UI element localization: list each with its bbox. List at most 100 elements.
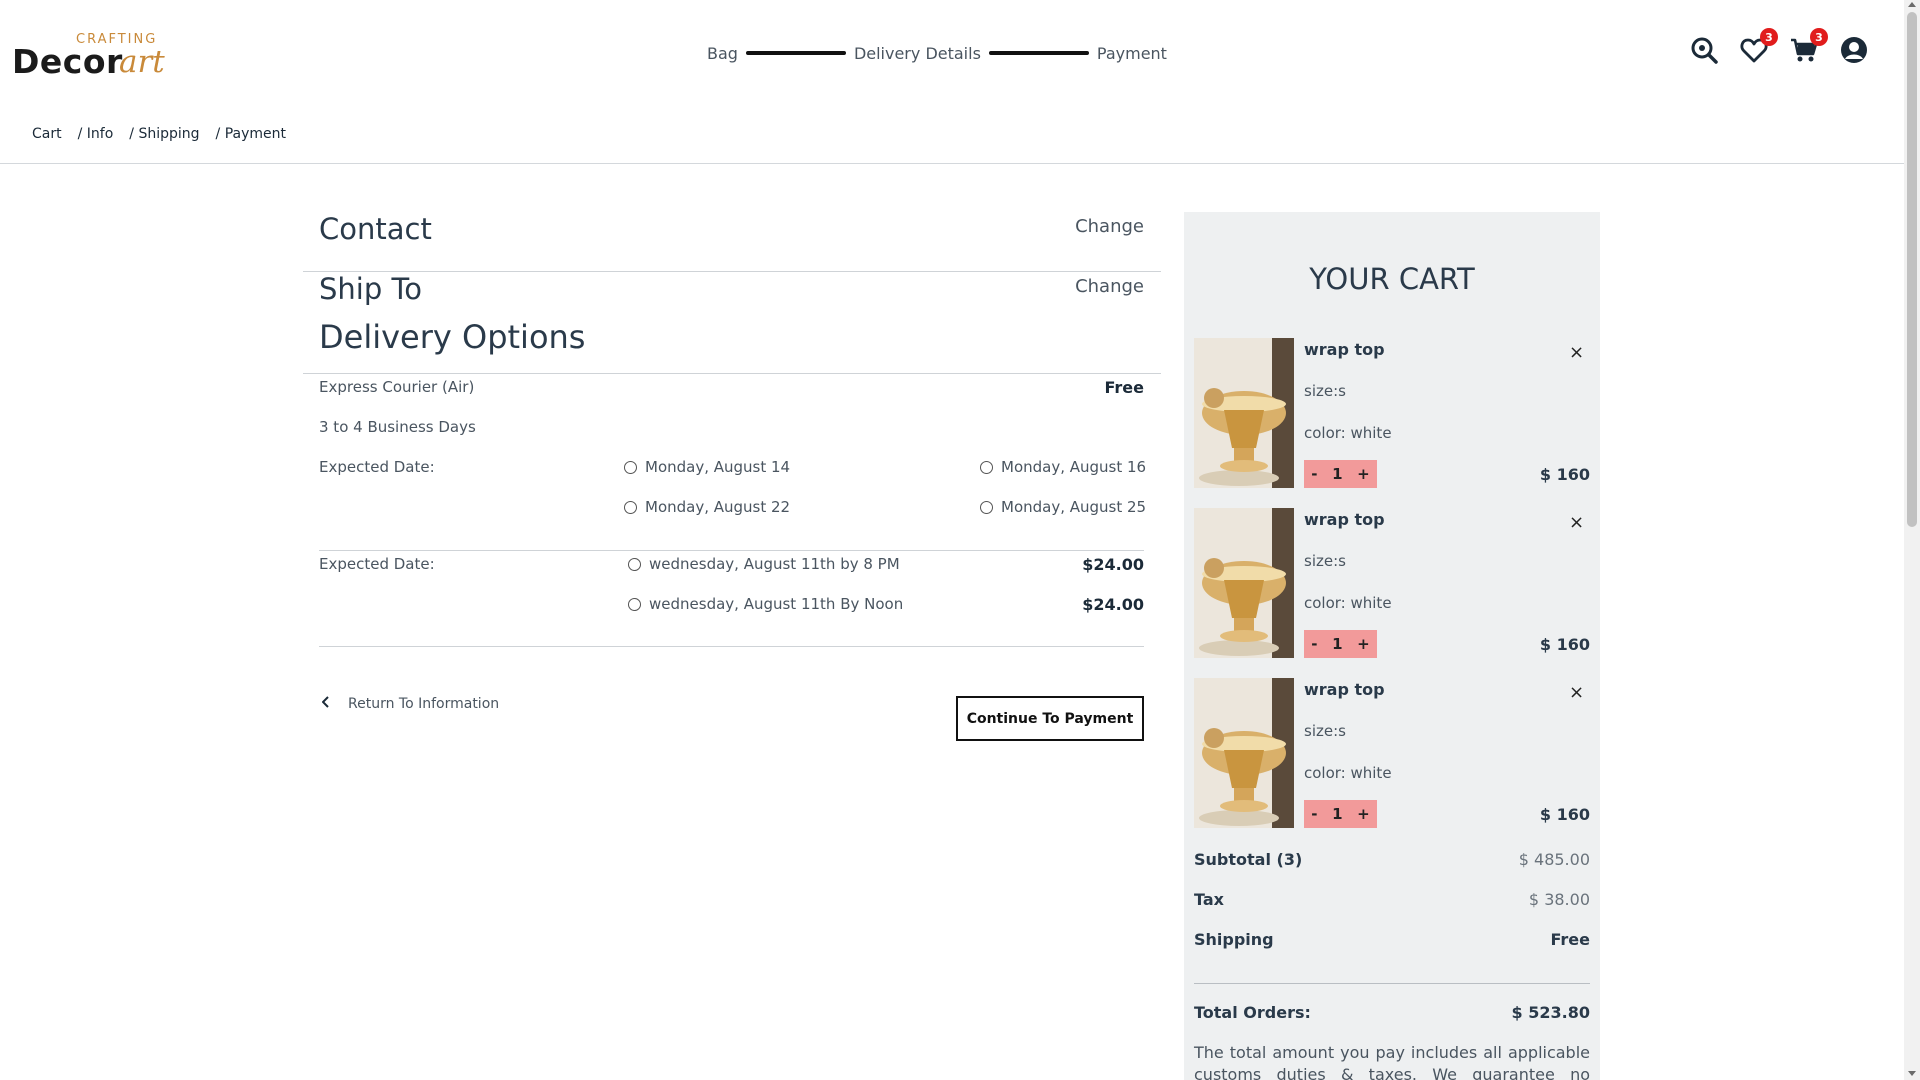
site-header: CRAFTING Decor art Bag Delivery Details … <box>0 0 1904 105</box>
shipping-value: Free <box>1550 930 1591 949</box>
radio-button[interactable] <box>624 500 637 514</box>
step-payment[interactable]: Payment <box>1097 44 1167 63</box>
remove-item-icon[interactable]: × <box>1569 512 1584 533</box>
contact-title: Contact <box>319 212 432 246</box>
date-option-label: Monday, August 14 <box>645 458 791 476</box>
quantity-stepper: - 1 + <box>1304 800 1377 828</box>
decrease-quantity-button[interactable]: - <box>1311 635 1317 653</box>
quantity-value: 1 <box>1332 635 1343 653</box>
product-price: $ 160 <box>1539 635 1590 654</box>
tax-value: $ 38.00 <box>1528 890 1590 909</box>
subtotal-label: Subtotal (3) <box>1194 850 1303 869</box>
step-connector <box>988 51 1089 55</box>
logo[interactable]: CRAFTING Decor art <box>12 30 192 81</box>
delivery-method: Express Courier (Air) <box>319 378 475 396</box>
logo-accent-text: art <box>119 44 165 80</box>
date-option[interactable]: Monday, August 14 <box>624 458 790 476</box>
delivery-options-title: Delivery Options <box>319 318 586 356</box>
return-to-information-link[interactable]: Return To Information <box>321 696 500 712</box>
increase-quantity-button[interactable]: + <box>1357 805 1370 823</box>
tax-label: Tax <box>1194 890 1224 909</box>
total-value: $ 523.80 <box>1511 1003 1590 1022</box>
increase-quantity-button[interactable]: + <box>1357 635 1370 653</box>
radio-button[interactable] <box>628 557 641 571</box>
radio-button[interactable] <box>980 460 993 474</box>
subtotal-value: $ 485.00 <box>1518 850 1590 869</box>
breadcrumb-cart[interactable]: Cart <box>32 126 62 142</box>
radio-button[interactable] <box>624 460 637 474</box>
product-thumbnail[interactable] <box>1194 508 1294 658</box>
search-icon[interactable] <box>1690 36 1718 64</box>
account-icon[interactable] <box>1840 36 1868 64</box>
product-price: $ 160 <box>1539 465 1590 484</box>
step-delivery-details[interactable]: Delivery Details <box>854 44 981 63</box>
product-thumbnail[interactable] <box>1194 678 1294 828</box>
scroll-thumb[interactable] <box>1907 12 1917 527</box>
continue-to-payment-button[interactable]: Continue To Payment <box>956 696 1144 741</box>
page-scrollbar[interactable] <box>1904 0 1920 1080</box>
express-option-label: wednesday, August 11th By Noon <box>649 595 904 613</box>
scroll-up-arrow-icon[interactable] <box>1908 2 1916 7</box>
header-actions: 3 3 <box>1690 28 1868 64</box>
divider <box>319 646 1144 647</box>
increase-quantity-button[interactable]: + <box>1357 465 1370 483</box>
breadcrumb-info[interactable]: / Info <box>78 126 114 142</box>
product-color: color: white <box>1304 594 1392 612</box>
cart-summary-panel: YOUR CART wrap top size:s color: white ×… <box>1184 212 1600 1080</box>
product-color: color: white <box>1304 424 1392 442</box>
date-option-label: Monday, August 16 <box>1001 458 1147 476</box>
express-option-label: wednesday, August 11th by 8 PM <box>649 555 900 573</box>
chevron-left-icon <box>321 696 330 712</box>
express-option[interactable]: wednesday, August 11th by 8 PM <box>628 555 900 573</box>
express-option-price: $24.00 <box>1082 555 1144 574</box>
divider <box>319 550 1144 551</box>
breadcrumb-shipping[interactable]: / Shipping <box>129 126 199 142</box>
breadcrumb: Cart / Info / Shipping / Payment <box>32 126 286 142</box>
product-thumbnail[interactable] <box>1194 338 1294 488</box>
decrease-quantity-button[interactable]: - <box>1311 465 1317 483</box>
shipping-label: Shipping <box>1194 930 1274 949</box>
cart-divider <box>1194 983 1590 984</box>
date-option-label: Monday, August 22 <box>645 498 791 516</box>
remove-item-icon[interactable]: × <box>1569 682 1584 703</box>
breadcrumb-payment[interactable]: / Payment <box>216 126 286 142</box>
product-price: $ 160 <box>1539 805 1590 824</box>
divider <box>303 373 1161 374</box>
product-name[interactable]: wrap top <box>1304 510 1385 529</box>
quantity-value: 1 <box>1332 465 1343 483</box>
express-option-price: $24.00 <box>1082 595 1144 614</box>
divider <box>303 271 1161 272</box>
delivery-method-price: Free <box>1104 378 1145 397</box>
expected-date-label: Expected Date: <box>319 458 435 476</box>
product-name[interactable]: wrap top <box>1304 340 1385 359</box>
remove-item-icon[interactable]: × <box>1569 342 1584 363</box>
scroll-down-arrow-icon[interactable] <box>1908 1071 1916 1076</box>
ship-to-title: Ship To <box>319 272 423 306</box>
cart-count-badge: 3 <box>1810 28 1828 46</box>
ship-to-change-link[interactable]: Change <box>1075 276 1144 297</box>
date-option[interactable]: Monday, August 25 <box>980 498 1146 516</box>
date-option[interactable]: Monday, August 16 <box>980 458 1146 476</box>
cart-title: YOUR CART <box>1309 262 1475 296</box>
radio-button[interactable] <box>980 500 993 514</box>
product-color: color: white <box>1304 764 1392 782</box>
checkout-stepper: Bag Delivery Details Payment <box>707 43 1167 63</box>
product-name[interactable]: wrap top <box>1304 680 1385 699</box>
decrease-quantity-button[interactable]: - <box>1311 805 1317 823</box>
total-label: Total Orders: <box>1194 1003 1311 1022</box>
contact-change-link[interactable]: Change <box>1075 216 1144 237</box>
logo-main-text: Decor <box>12 42 123 81</box>
quantity-value: 1 <box>1332 805 1343 823</box>
cart-item: wrap top size:s color: white × - 1 + $ 1… <box>1194 508 1590 658</box>
product-size: size:s <box>1304 552 1346 570</box>
cart-icon[interactable]: 3 <box>1790 28 1828 64</box>
radio-button[interactable] <box>628 597 641 611</box>
return-label: Return To Information <box>348 696 500 712</box>
date-option[interactable]: Monday, August 22 <box>624 498 790 516</box>
step-bag[interactable]: Bag <box>707 44 738 63</box>
wishlist-icon[interactable]: 3 <box>1740 28 1778 64</box>
wishlist-count-badge: 3 <box>1760 28 1778 46</box>
delivery-duration: 3 to 4 Business Days <box>319 418 476 436</box>
express-option[interactable]: wednesday, August 11th By Noon <box>628 595 903 613</box>
quantity-stepper: - 1 + <box>1304 630 1377 658</box>
